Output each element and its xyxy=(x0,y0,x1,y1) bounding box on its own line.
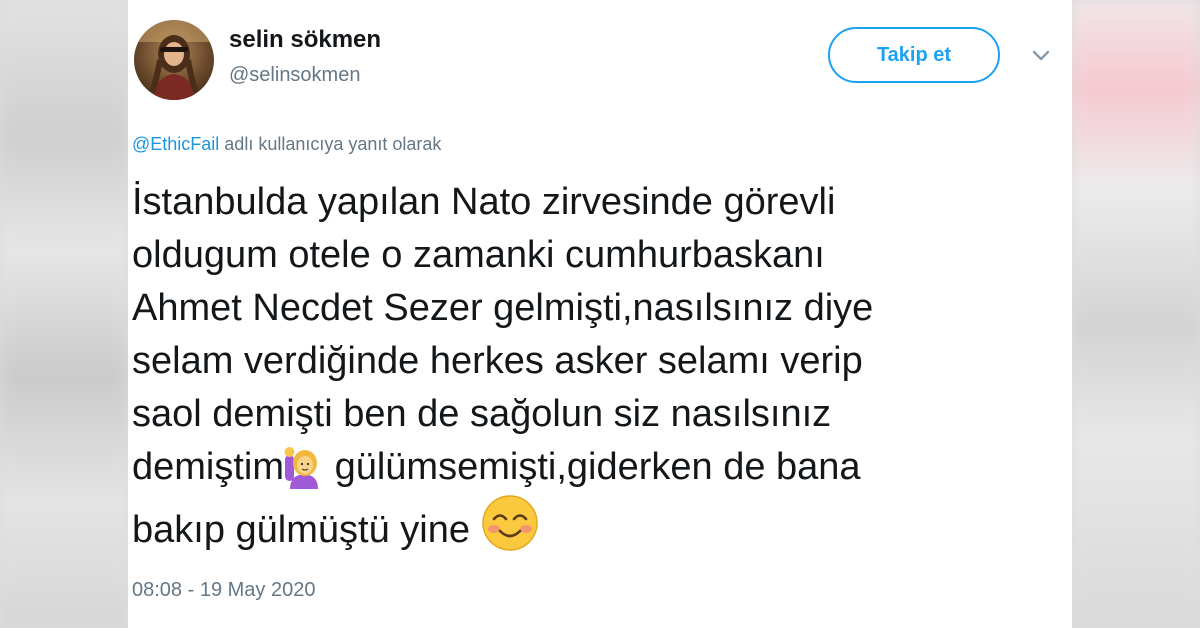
blurred-background-left xyxy=(0,0,128,628)
tweet-line: İstanbulda yapılan Nato zirvesinde görev… xyxy=(132,181,836,223)
user-handle[interactable]: @selinsokmen xyxy=(229,64,360,87)
tweet-line: oldugum otele o zamanki cumhurbaskanı xyxy=(132,234,825,276)
tweet-line: demiştim gülümsemişti,giderken de bana xyxy=(132,441,1052,494)
tweet-card: selin sökmen @selinsokmen Takip et @Ethi… xyxy=(128,0,1072,628)
smiling-face-with-smiling-eyes-emoji xyxy=(481,495,538,551)
tweet-line-text: demiştim xyxy=(132,446,285,488)
blurred-background-right xyxy=(1072,0,1200,628)
tweet-line: bakıp gülmüştü yine xyxy=(132,494,1052,557)
avatar[interactable] xyxy=(134,20,214,100)
tweet-line: selam verdiğinde herkes asker selamı ver… xyxy=(132,340,863,382)
tweet-line: Ahmet Necdet Sezer gelmişti,nasılsınız d… xyxy=(132,287,874,329)
tweet-text: İstanbulda yapılan Nato zirvesinde görev… xyxy=(132,176,1052,557)
woman-raising-hand-emoji xyxy=(284,447,319,489)
reply-context: @EthicFail adlı kullanıcıya yanıt olarak xyxy=(132,134,441,155)
tweet-line-text: gülümsemişti,giderken de bana xyxy=(324,446,861,488)
user-display-name[interactable]: selin sökmen xyxy=(229,26,381,54)
chevron-down-icon[interactable] xyxy=(1028,42,1054,68)
reply-mention-link[interactable]: @EthicFail xyxy=(132,134,219,154)
tweet-line: saol demişti ben de sağolun siz nasılsın… xyxy=(132,393,832,435)
tweet-line-text: bakıp gülmüştü yine xyxy=(132,509,481,551)
avatar-photo xyxy=(134,20,214,100)
reply-context-text: adlı kullanıcıya yanıt olarak xyxy=(219,134,442,154)
follow-button[interactable]: Takip et xyxy=(828,27,1000,83)
tweet-timestamp[interactable]: 08:08 - 19 May 2020 xyxy=(132,579,315,602)
